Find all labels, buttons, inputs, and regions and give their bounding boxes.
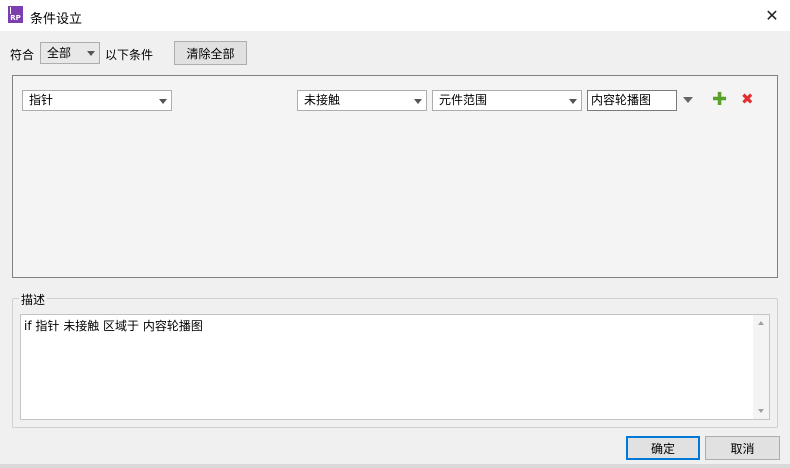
match-label: 符合	[10, 48, 35, 62]
window-title: 条件设立	[30, 12, 83, 27]
title-bar: RP 条件设立 ✕	[0, 0, 790, 31]
description-scrollbar[interactable]	[753, 315, 769, 419]
target-value-text: 内容轮播图	[591, 93, 652, 107]
chevron-down-icon	[87, 51, 95, 56]
subject-select[interactable]: 指针	[22, 90, 172, 111]
operator-select[interactable]: 未接触	[297, 90, 427, 111]
chevron-down-icon	[414, 99, 422, 104]
cancel-button[interactable]: 取消	[705, 436, 780, 460]
match-mode-select[interactable]: 全部	[40, 42, 100, 64]
chevron-down-icon	[159, 99, 167, 104]
match-mode-value: 全部	[47, 46, 72, 60]
target-type-select[interactable]: 元件范围	[432, 90, 582, 111]
description-textarea[interactable]: if 指针 未接触 区域于 内容轮播图	[20, 314, 770, 420]
target-value-input[interactable]: 内容轮播图	[587, 90, 677, 111]
bottom-edge	[0, 464, 790, 468]
close-icon[interactable]: ✕	[762, 5, 782, 25]
scroll-up-icon[interactable]	[758, 321, 764, 325]
add-condition-icon[interactable]: ✚	[712, 89, 727, 110]
subject-value: 指针	[29, 93, 54, 107]
app-logo-text: RP	[10, 14, 21, 22]
operator-value: 未接触	[304, 93, 341, 107]
scroll-down-icon[interactable]	[758, 409, 764, 413]
suffix-label: 以下条件	[105, 48, 154, 62]
chevron-down-icon	[569, 99, 577, 104]
target-type-value: 元件范围	[439, 93, 488, 107]
description-legend: 描述	[19, 291, 48, 308]
app-logo-icon: RP	[8, 6, 23, 23]
target-dropdown-icon[interactable]	[683, 97, 693, 103]
clear-all-button[interactable]: 清除全部	[174, 41, 247, 65]
remove-condition-icon[interactable]: ✖	[741, 90, 754, 108]
description-text: if 指针 未接触 区域于 内容轮播图	[24, 319, 203, 333]
ok-button[interactable]: 确定	[626, 436, 700, 460]
